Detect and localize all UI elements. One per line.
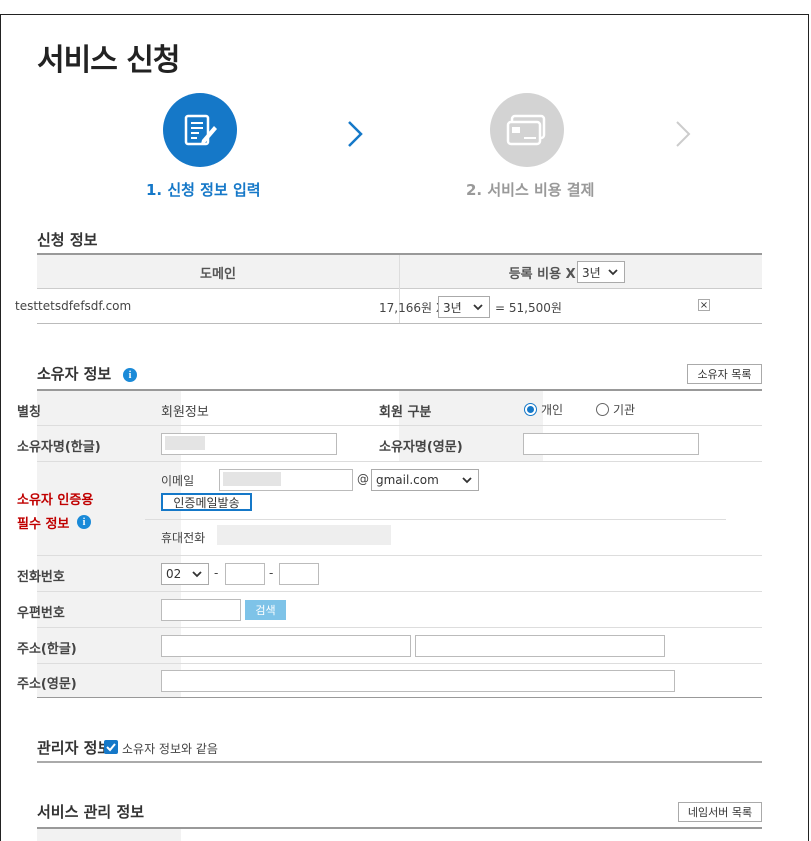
chevron-right-icon xyxy=(348,121,363,147)
radio-individual[interactable] xyxy=(524,403,537,416)
phone-dash: - xyxy=(269,566,274,580)
email-domain-select[interactable]: gmail.com xyxy=(371,469,479,491)
auth-required-label-2: 필수 정보 xyxy=(17,517,70,532)
row-divider xyxy=(37,663,762,664)
step-1-label: 1. 신청 정보 입력 xyxy=(146,181,261,199)
page-frame: 서비스 신청 1. 신청 정보 입력 2. 서비스 비용 결제 신청 정보 도메… xyxy=(0,14,809,841)
step-2-label: 2. 서비스 비용 결제 xyxy=(466,181,595,199)
step-1-indicator xyxy=(163,93,237,167)
phone-last-input[interactable] xyxy=(279,563,319,585)
auth-required-label-1: 소유자 인증용 xyxy=(17,493,94,508)
radio-organization-label: 기관 xyxy=(613,403,636,417)
domain-name: testtetsdfefsdf.com xyxy=(15,299,132,313)
phone-area-select[interactable]: 02 xyxy=(161,563,209,585)
info-icon[interactable]: i xyxy=(123,368,137,382)
email-label: 이메일 xyxy=(161,474,195,488)
alias-value: 회원정보 xyxy=(161,405,209,420)
alias-label: 별칭 xyxy=(17,405,41,420)
owner-name-en-label: 소유자명(영문) xyxy=(379,440,463,455)
zip-label: 우편번호 xyxy=(17,606,65,621)
checkmark-icon xyxy=(106,743,116,752)
chevron-down-icon xyxy=(462,477,472,484)
same-as-owner-checkbox[interactable] xyxy=(104,740,118,754)
owner-name-en-input[interactable] xyxy=(523,433,699,455)
zip-input[interactable] xyxy=(161,599,241,621)
unit-price: 17,166원 X xyxy=(379,301,445,315)
redacted-mobile xyxy=(217,525,391,545)
address-ko-input-2[interactable] xyxy=(415,635,665,657)
row-divider xyxy=(145,519,726,520)
radio-organization[interactable] xyxy=(596,403,609,416)
address-en-input[interactable] xyxy=(161,670,675,692)
address-en-label: 주소(영문) xyxy=(17,677,77,692)
page-title: 서비스 신청 xyxy=(37,43,180,78)
apply-table-bottom xyxy=(37,323,762,324)
apply-info-title: 신청 정보 xyxy=(37,231,98,249)
owner-table-bottom xyxy=(37,697,762,698)
edit-document-icon xyxy=(184,114,217,146)
owner-info-title: 소유자 정보 xyxy=(37,365,112,383)
row-divider xyxy=(37,461,762,462)
row-divider xyxy=(37,627,762,628)
zip-search-button[interactable]: 검색 xyxy=(245,600,286,620)
admin-section-divider xyxy=(37,761,762,763)
owner-name-ko-label: 소유자명(한글) xyxy=(17,440,101,455)
remove-domain-button[interactable]: × xyxy=(698,299,710,311)
service-info-title: 서비스 관리 정보 xyxy=(37,803,145,821)
step-2-indicator xyxy=(490,93,564,167)
phone-label: 전화번호 xyxy=(17,570,65,585)
nameserver-list-button[interactable]: 네임서버 목록 xyxy=(678,802,762,822)
owner-list-button[interactable]: 소유자 목록 xyxy=(687,364,762,384)
mobile-label: 휴대전화 xyxy=(161,531,206,545)
phone-dash: - xyxy=(214,566,219,580)
payment-card-icon xyxy=(506,114,546,146)
phone-middle-input[interactable] xyxy=(225,563,265,585)
member-type-label: 회원 구분 xyxy=(379,405,432,420)
row-divider xyxy=(37,425,762,426)
period-select[interactable]: 3년 xyxy=(577,261,625,283)
address-ko-input-1[interactable] xyxy=(161,635,411,657)
info-icon[interactable]: i xyxy=(77,515,91,529)
row-divider xyxy=(37,555,762,556)
send-verification-email-button[interactable]: 인증메일발송 xyxy=(161,493,252,511)
same-as-owner-label: 소유자 정보와 같음 xyxy=(122,742,218,756)
redacted-value xyxy=(223,472,281,486)
email-at-sign: @ xyxy=(357,472,369,486)
chevron-down-icon xyxy=(473,304,483,311)
redacted-value xyxy=(165,436,205,450)
admin-info-title: 관리자 정보 xyxy=(37,739,112,757)
address-ko-label: 주소(한글) xyxy=(17,642,77,657)
col-domain-header: 도메인 xyxy=(200,266,236,282)
row-period-select[interactable]: 3년 xyxy=(438,296,490,318)
chevron-down-icon xyxy=(192,571,202,578)
radio-individual-label: 개인 xyxy=(541,403,564,417)
chevron-right-icon xyxy=(676,121,691,147)
row-divider xyxy=(37,591,762,592)
chevron-down-icon xyxy=(608,269,618,276)
total-price: = 51,500원 xyxy=(495,301,562,315)
service-label-column xyxy=(37,829,181,841)
